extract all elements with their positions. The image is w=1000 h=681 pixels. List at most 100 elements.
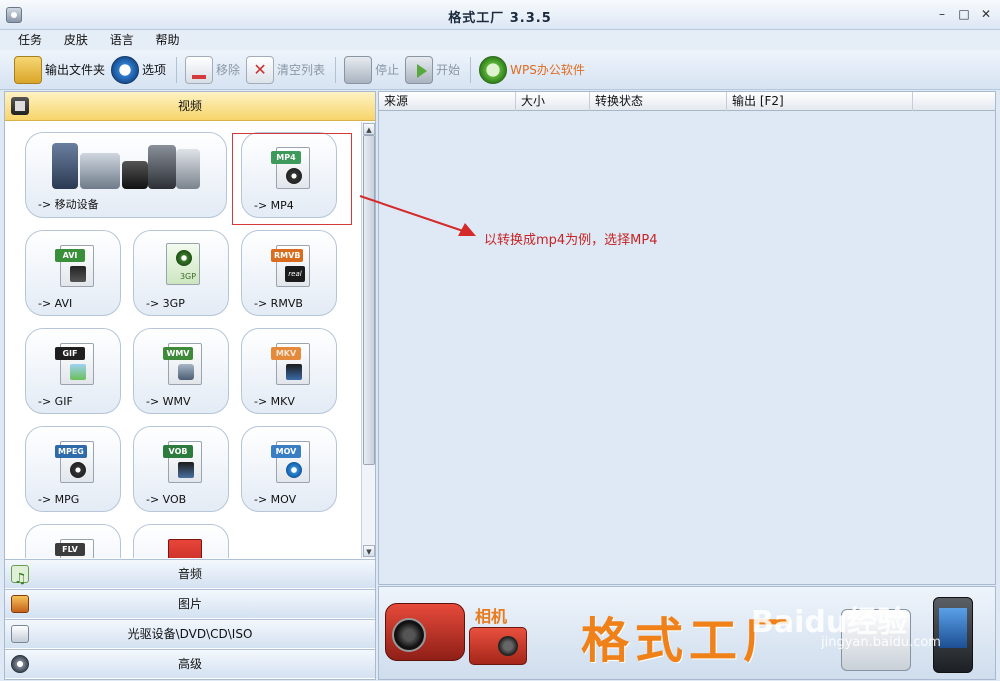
wps-button[interactable]: WPS办公软件 (479, 54, 585, 86)
close-button[interactable]: ✕ (978, 6, 994, 22)
task-table-header: 来源 大小 转换状态 输出 [F2] (379, 92, 995, 111)
tile-wmv-label: -> WMV (146, 395, 191, 408)
mpg-file-icon: MPEG (55, 441, 94, 483)
scroll-thumb[interactable] (363, 135, 375, 465)
category-audio-header[interactable]: 音频 (5, 559, 375, 594)
vob-file-icon: VOB (163, 441, 202, 483)
clear-list-button[interactable]: 清空列表 (246, 54, 325, 86)
category-picture-header[interactable]: 图片 (5, 589, 375, 618)
category-audio-label: 音频 (177, 567, 202, 581)
menu-bar: 任务 皮肤 语言 帮助 (0, 30, 1000, 50)
tile-mov-label: -> MOV (254, 493, 297, 506)
gif-file-icon: GIF (55, 343, 94, 385)
mp4-highlight-box (232, 133, 352, 225)
scroll-down-icon[interactable]: ▼ (363, 545, 375, 557)
annotation-text: 以转换成mp4为例，选择MP4 (484, 233, 658, 248)
mobile-devices-icon (52, 141, 202, 189)
window-title: 格式工厂 3.3.5 (448, 11, 552, 26)
category-disc-label: 光驱设备\DVD\CD\ISO (127, 627, 253, 641)
tile-3gp[interactable]: 3GP -> 3GP (133, 230, 229, 316)
output-folder-button[interactable]: 输出文件夹 (14, 54, 105, 86)
column-output[interactable]: 输出 [F2] (727, 92, 913, 111)
tile-mpg[interactable]: MPEG -> MPG (25, 426, 121, 512)
minimize-button[interactable]: – (934, 6, 950, 22)
category-picture-label: 图片 (177, 597, 202, 611)
scroll-up-icon[interactable]: ▲ (363, 123, 375, 135)
remove-button[interactable]: 移除 (185, 54, 240, 86)
menu-language[interactable]: 语言 (110, 30, 134, 50)
wps-label: WPS办公软件 (510, 63, 585, 77)
folder-icon (14, 55, 42, 84)
category-advanced-header[interactable]: 高级 (5, 649, 375, 678)
mkv-file-icon: MKV (271, 343, 310, 385)
tile-vob-label: -> VOB (146, 493, 187, 506)
toolbar-separator (176, 56, 178, 83)
toolbar-separator (470, 56, 472, 83)
options-label: 选项 (142, 63, 167, 77)
picture-icon (11, 595, 29, 613)
tile-mpg-label: -> MPG (38, 493, 80, 506)
stop-label: 停止 (375, 63, 400, 77)
options-icon (111, 55, 140, 84)
title-bar: 格式工厂 3.3.5 – □ ✕ (0, 0, 1000, 30)
music-note-icon (11, 565, 29, 594)
disc-drive-icon (11, 625, 29, 643)
clear-list-label: 清空列表 (277, 63, 326, 77)
advanced-gear-icon (11, 655, 29, 673)
menu-skin[interactable]: 皮肤 (64, 30, 88, 50)
mov-file-icon: MOV (271, 441, 310, 483)
camcorder-icon (385, 603, 465, 661)
tile-avi-label: -> AVI (38, 297, 73, 310)
tile-flv[interactable]: FLV (25, 524, 121, 558)
task-list-panel: 来源 大小 转换状态 输出 [F2] (378, 91, 996, 585)
menu-help[interactable]: 帮助 (156, 30, 180, 50)
clear-list-icon (246, 55, 275, 84)
tile-mobile-device-label: -> 移动设备 (38, 198, 99, 211)
tile-rmvb-label: -> RMVB (254, 297, 303, 310)
tile-mov[interactable]: MOV -> MOV (241, 426, 337, 512)
watermark-url: jingyan.baidu.com (821, 635, 941, 650)
toolbar-separator (335, 56, 337, 83)
rmvb-file-icon: RMVB real (271, 245, 310, 287)
tile-wmv[interactable]: WMV -> WMV (133, 328, 229, 414)
tile-avi[interactable]: AVI -> AVI (25, 230, 121, 316)
category-disc-header[interactable]: 光驱设备\DVD\CD\ISO (5, 619, 375, 648)
column-status[interactable]: 转换状态 (590, 92, 727, 111)
tile-swf[interactable] (133, 524, 229, 558)
wmv-file-icon: WMV (163, 343, 202, 385)
remove-icon (185, 55, 214, 84)
start-button[interactable]: 开始 (405, 54, 460, 86)
options-button[interactable]: 选项 (111, 54, 166, 86)
tile-3gp-label: -> 3GP (146, 297, 185, 310)
tile-rmvb[interactable]: RMVB real -> RMVB (241, 230, 337, 316)
stop-button[interactable]: 停止 (344, 54, 399, 86)
wps-icon (479, 55, 508, 84)
baidu-watermark: Baidu经验 jingyan.baidu.com (751, 597, 991, 667)
tile-gif-label: -> GIF (38, 395, 73, 408)
tile-vob[interactable]: VOB -> VOB (133, 426, 229, 512)
tile-scrollbar[interactable]: ▲ ▼ (361, 122, 375, 558)
3gp-file-icon: 3GP (166, 243, 200, 285)
category-advanced-label: 高级 (177, 657, 202, 671)
category-video-label: 视频 (177, 99, 202, 113)
flv-file-icon: FLV (55, 539, 94, 558)
column-size[interactable]: 大小 (516, 92, 590, 111)
remove-label: 移除 (216, 63, 241, 77)
column-source[interactable]: 来源 (379, 92, 516, 111)
camera-label: 相机 (475, 607, 508, 626)
camera-icon (469, 627, 527, 665)
maximize-button[interactable]: □ (956, 6, 972, 22)
category-video-header[interactable]: 视频 (5, 92, 375, 121)
avi-file-icon: AVI (55, 245, 94, 287)
tile-gif[interactable]: GIF -> GIF (25, 328, 121, 414)
menu-task[interactable]: 任务 (18, 30, 42, 50)
tile-mobile-device[interactable]: -> 移动设备 (25, 132, 227, 218)
promo-banner: 相机 格式工厂 Baidu经验 jingyan.baidu.com (378, 586, 996, 680)
stop-icon (344, 55, 373, 84)
video-icon (11, 97, 29, 115)
tile-mkv-label: -> MKV (254, 395, 295, 408)
start-label: 开始 (436, 63, 461, 77)
tile-mkv[interactable]: MKV -> MKV (241, 328, 337, 414)
toolbar: 输出文件夹 选项 移除 清空列表 停止 开始 WPS办公软件 (0, 50, 1000, 90)
start-icon (405, 55, 434, 84)
